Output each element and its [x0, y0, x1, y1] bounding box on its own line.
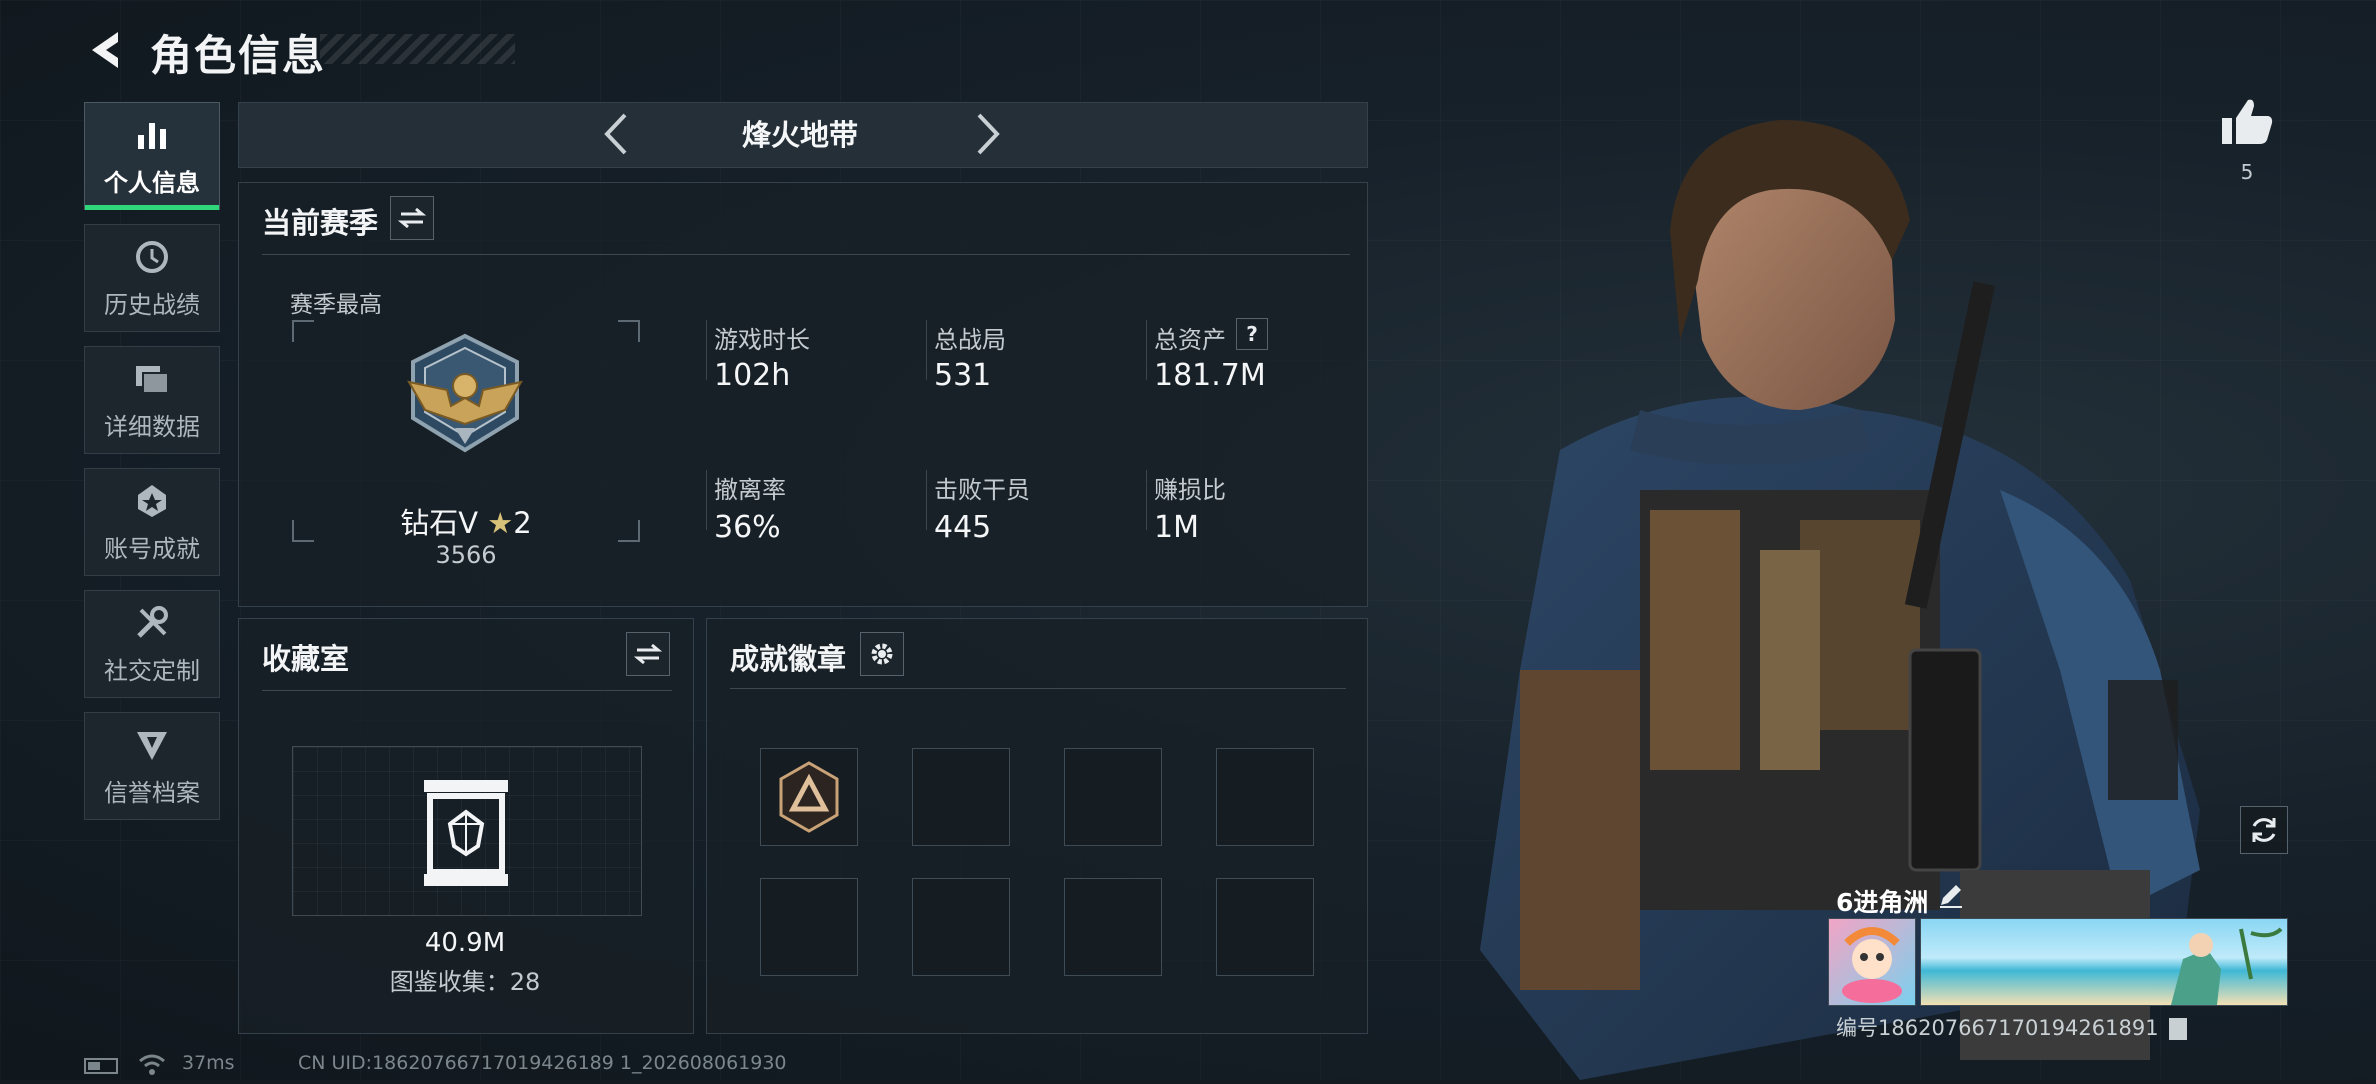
- badge-slot[interactable]: [1064, 878, 1162, 976]
- next-mode-button[interactable]: [960, 106, 1016, 162]
- stat-label: 击败干员: [934, 476, 1030, 504]
- wifi-icon: [138, 1052, 166, 1080]
- tools-icon: [132, 603, 172, 643]
- badge-slot[interactable]: [760, 748, 858, 846]
- rank-score: 3566: [435, 541, 497, 569]
- catalog-count: 图鉴收集：28: [389, 968, 541, 996]
- sidebar-item-label: 信誉档案: [104, 778, 200, 807]
- badges-title: 成就徽章: [730, 642, 847, 676]
- stat-value: 36%: [714, 510, 781, 545]
- title-decoration: [320, 34, 515, 64]
- stat-label: 总战局: [934, 326, 1006, 354]
- sidebar-item-label: 个人信息: [104, 168, 200, 197]
- star-icon: ★: [487, 506, 514, 540]
- like-button[interactable]: [2220, 96, 2274, 150]
- swap-icon: [398, 207, 426, 229]
- sidebar-item-reputation[interactable]: 信誉档案: [84, 712, 220, 820]
- stat-value: 445: [934, 510, 992, 545]
- stat-label: 赚损比: [1154, 476, 1226, 504]
- page-title: 角色信息: [150, 31, 327, 80]
- battery-icon: [84, 1058, 118, 1074]
- avatar[interactable]: [1828, 918, 1916, 1006]
- stat-label: 游戏时长: [714, 326, 810, 354]
- stat-value: 102h: [714, 358, 791, 393]
- player-uid: 编号1862076671701942618​91: [1836, 1012, 2188, 1042]
- sidebar-item-social-custom[interactable]: 社交定制: [84, 590, 220, 698]
- sidebar-item-personal-info[interactable]: 个人信息: [84, 102, 220, 210]
- badges-settings-button[interactable]: [860, 632, 904, 676]
- stat-value: 531: [934, 358, 992, 393]
- pencil-icon: [1940, 885, 1962, 908]
- divider: [730, 688, 1346, 689]
- rank-text: 钻石V: [400, 506, 479, 540]
- divider: [262, 690, 672, 691]
- divider: [1146, 320, 1147, 380]
- chevron-left-icon: [604, 113, 627, 155]
- history-icon: [132, 237, 172, 277]
- prev-mode-button[interactable]: [588, 106, 644, 162]
- sidebar-item-label: 详细数据: [104, 412, 200, 441]
- badge-slot[interactable]: [1216, 748, 1314, 846]
- display-case-icon: [416, 776, 516, 892]
- season-best-label: 赛季最高: [290, 292, 382, 318]
- asset-help-button[interactable]: ?: [1236, 318, 1268, 350]
- stat-label: 撤离率: [714, 476, 786, 504]
- copy-icon[interactable]: [2169, 1018, 2188, 1040]
- edit-name-button[interactable]: [1936, 880, 1966, 914]
- divider: [262, 254, 1350, 255]
- collection-switch-button[interactable]: [626, 632, 670, 676]
- sidebar-item-label: 社交定制: [104, 656, 200, 685]
- divider: [926, 320, 927, 380]
- stat-value: 1M: [1154, 510, 1199, 545]
- badge-slot[interactable]: [1216, 878, 1314, 976]
- badge-slot[interactable]: [912, 748, 1010, 846]
- thumbs-up-icon: [2222, 99, 2273, 144]
- season-title: 当前赛季: [262, 206, 379, 240]
- sidebar-item-achievements[interactable]: 账号成就: [84, 468, 220, 576]
- bar-chart-icon: [132, 115, 172, 155]
- sidebar-item-history[interactable]: 历史战绩: [84, 224, 220, 332]
- badge-slot[interactable]: [760, 878, 858, 976]
- reputation-icon: [132, 725, 172, 765]
- divider: [706, 320, 707, 380]
- mode-name: 烽火地带: [741, 118, 858, 152]
- name-card-banner[interactable]: [1920, 918, 2288, 1006]
- rank-stars: 2: [513, 506, 532, 540]
- divider: [706, 470, 707, 530]
- like-count: 5: [2240, 160, 2254, 184]
- stat-value: 181.7M: [1154, 358, 1266, 393]
- ping-text: 37ms: [182, 1052, 235, 1074]
- player-uid-text: 编号1862076671701942618​91: [1836, 1016, 2159, 1040]
- divider: [926, 470, 927, 530]
- collection-title: 收藏室: [262, 642, 350, 676]
- sidebar-item-label: 账号成就: [104, 534, 200, 563]
- cn-uid-text: CN UID:18620766717019426189 1_2026080619…: [298, 1052, 787, 1074]
- refresh-icon: [2252, 818, 2276, 842]
- folders-icon: [132, 359, 172, 399]
- stat-label: 总资产: [1154, 326, 1226, 354]
- back-arrow-icon: [92, 32, 118, 68]
- rotate-model-button[interactable]: [2240, 806, 2288, 854]
- triangle-badge-icon: [779, 761, 839, 833]
- badge-slot[interactable]: [912, 878, 1010, 976]
- diamond-rank-emblem: [385, 332, 545, 458]
- sidebar-item-label: 历史战绩: [104, 290, 200, 319]
- sidebar-item-detailed-data[interactable]: 详细数据: [84, 346, 220, 454]
- swap-icon: [634, 643, 662, 665]
- season-switch-button[interactable]: [390, 196, 434, 240]
- badge-slot[interactable]: [1064, 748, 1162, 846]
- back-button[interactable]: [80, 24, 132, 76]
- rank-title: 钻石V ★2: [290, 500, 642, 542]
- divider: [1146, 470, 1147, 530]
- collection-value: 40.9M: [424, 928, 506, 958]
- player-name: 6进角洲: [1836, 888, 1929, 917]
- gear-icon: [871, 643, 893, 665]
- achievement-icon: [132, 481, 172, 521]
- chevron-right-icon: [977, 113, 1000, 155]
